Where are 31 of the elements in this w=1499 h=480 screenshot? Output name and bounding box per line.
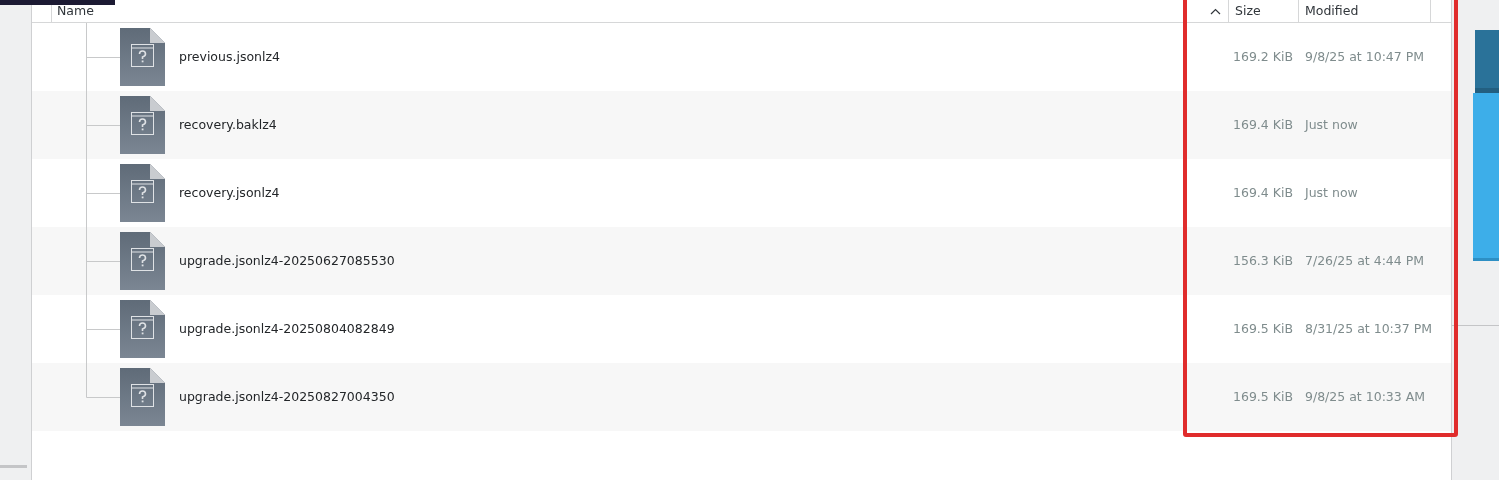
file-name[interactable]: recovery.jsonlz4 bbox=[179, 183, 280, 203]
modified-date: Just now bbox=[1303, 183, 1359, 202]
file-name[interactable]: upgrade.jsonlz4-20250627085530 bbox=[179, 251, 395, 271]
file-name[interactable]: previous.jsonlz4 bbox=[179, 47, 280, 67]
file-size: 156.3 KiB bbox=[1232, 251, 1294, 270]
modified-date: 7/26/25 at 4:44 PM bbox=[1304, 251, 1426, 270]
unknown-file-icon bbox=[120, 96, 165, 154]
modified-date: 9/8/25 at 10:47 PM bbox=[1304, 47, 1426, 66]
unknown-file-icon bbox=[120, 368, 165, 426]
file-name[interactable]: recovery.baklz4 bbox=[179, 115, 277, 135]
modified-date: Just now bbox=[1303, 115, 1359, 134]
column-header[interactable]: Name bbox=[57, 1, 1210, 21]
unknown-file-icon bbox=[120, 164, 165, 222]
column-header[interactable]: Modified bbox=[1305, 1, 1359, 21]
file-size: 169.2 KiB bbox=[1232, 47, 1294, 66]
tree-line bbox=[86, 91, 120, 159]
tree-line bbox=[86, 159, 120, 227]
tree-line bbox=[86, 227, 120, 295]
file-size: 169.4 KiB bbox=[1232, 183, 1294, 202]
file-size: 169.4 KiB bbox=[1232, 115, 1294, 134]
column-header[interactable]: Size bbox=[1235, 1, 1261, 21]
unknown-file-icon bbox=[120, 300, 165, 358]
modified-date: 8/31/25 at 10:37 PM bbox=[1304, 319, 1430, 338]
tree-line bbox=[86, 23, 120, 91]
file-size: 169.5 KiB bbox=[1232, 387, 1294, 406]
file-name[interactable]: upgrade.jsonlz4-20250804082849 bbox=[179, 319, 395, 339]
file-name[interactable]: upgrade.jsonlz4-20250827004350 bbox=[179, 387, 395, 407]
file-size: 169.5 KiB bbox=[1232, 319, 1294, 338]
modified-date: 9/8/25 at 10:33 AM bbox=[1304, 387, 1427, 406]
unknown-file-icon bbox=[120, 28, 165, 86]
unknown-file-icon bbox=[120, 232, 165, 290]
